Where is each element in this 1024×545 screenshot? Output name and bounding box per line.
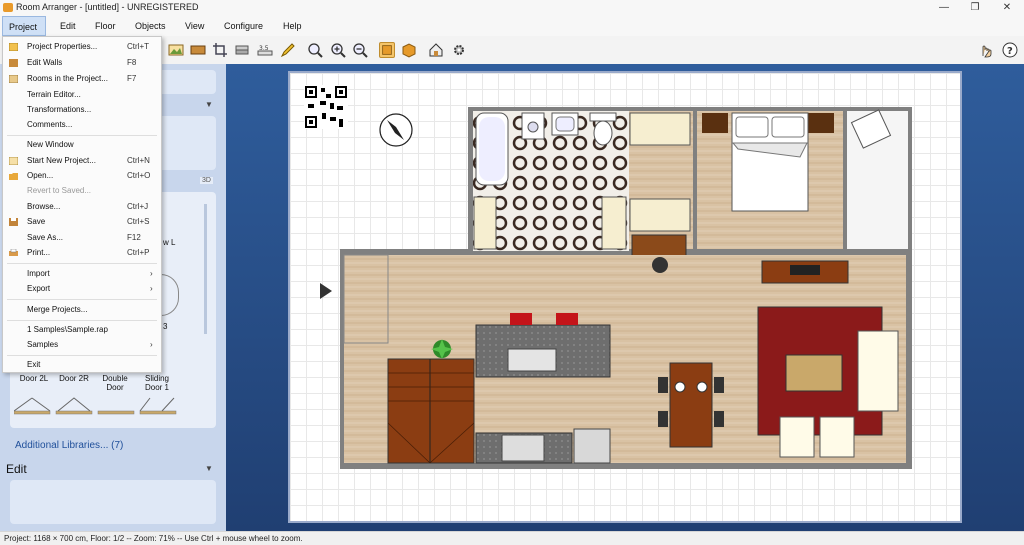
help-icon[interactable]: ? — [1002, 42, 1018, 58]
menu-edit[interactable]: Edit — [54, 16, 82, 36]
menu-item-export[interactable]: Export › — [3, 282, 161, 296]
library-item-door-2r[interactable]: Door 2R — [54, 374, 94, 383]
library-partial-label: w L — [163, 238, 176, 247]
menu-item-start-new-project[interactable]: Start New Project... Ctrl+N — [3, 154, 161, 168]
image-icon[interactable] — [168, 42, 184, 58]
menu-item-save[interactable]: Save Ctrl+S — [3, 215, 161, 229]
edit-collapse-arrow-icon[interactable]: ▼ — [205, 464, 213, 473]
library-item-sliding-door-1[interactable]: Sliding Door 1 — [138, 374, 176, 392]
crop-icon[interactable] — [212, 42, 228, 58]
settings-gear-icon[interactable] — [451, 42, 467, 58]
submenu-arrow-icon: › — [150, 284, 153, 293]
box-icon[interactable] — [401, 42, 417, 58]
edit-section-title: Edit — [6, 462, 27, 476]
floor-plan-sheet[interactable] — [288, 71, 962, 523]
menu-item-terrain-editor[interactable]: Terrain Editor... — [3, 88, 161, 102]
rooms-icon — [9, 75, 18, 83]
zoom-out-icon[interactable] — [352, 42, 368, 58]
2d-view-icon[interactable] — [379, 42, 395, 58]
menu-item-print[interactable]: Print... Ctrl+P — [3, 246, 161, 260]
sofa — [857, 330, 899, 412]
submenu-arrow-icon: › — [150, 269, 153, 278]
menu-item-transformations[interactable]: Transformations... — [3, 103, 161, 117]
floor-plan[interactable] — [290, 73, 960, 521]
svg-text:?: ? — [1007, 46, 1013, 57]
texture-icon[interactable] — [190, 42, 206, 58]
edit-card — [10, 480, 216, 524]
library-item-double-door[interactable]: Double Door — [96, 374, 134, 392]
save-icon — [9, 218, 18, 226]
new-project-icon — [9, 157, 18, 165]
menu-item-import[interactable]: Import › — [3, 267, 161, 281]
menu-item-exit[interactable]: Exit — [3, 358, 161, 372]
menu-floor[interactable]: Floor — [89, 16, 122, 36]
menu-objects[interactable]: Objects — [129, 16, 172, 36]
menu-item-project-properties[interactable]: Project Properties... Ctrl+T — [3, 40, 161, 54]
pencil-icon[interactable] — [280, 42, 296, 58]
minimize-button[interactable]: — — [930, 1, 958, 15]
menu-item-merge-projects[interactable]: Merge Projects... — [3, 303, 161, 317]
hand-pointer-icon[interactable] — [978, 42, 994, 58]
house-3d-icon[interactable] — [428, 42, 444, 58]
svg-text:3.5: 3.5 — [259, 45, 269, 52]
sofa-icon[interactable] — [234, 42, 250, 58]
door-icons-row — [14, 397, 177, 415]
title-bar: Room Arranger - [untitled] - UNREGISTERE… — [0, 0, 1024, 16]
zoom-fit-icon[interactable] — [307, 42, 323, 58]
menu-item-samples[interactable]: Samples › — [3, 338, 161, 352]
menu-separator — [7, 355, 157, 356]
staircase — [387, 358, 475, 464]
menu-item-comments[interactable]: Comments... — [3, 118, 161, 132]
project-properties-icon — [9, 43, 18, 51]
menu-bar: Project Edit Floor Objects View Configur… — [0, 16, 1024, 36]
menu-item-new-window[interactable]: New Window — [3, 138, 161, 152]
menu-item-browse[interactable]: Browse... Ctrl+J — [3, 200, 161, 214]
app-icon — [3, 3, 13, 12]
menu-item-rooms[interactable]: Rooms in the Project... F7 — [3, 72, 161, 86]
additional-libraries-link[interactable]: Additional Libraries... (7) — [15, 440, 123, 451]
menu-item-recent-sample[interactable]: 1 Samples\Sample.rap — [3, 323, 161, 337]
menu-help[interactable]: Help — [277, 16, 308, 36]
status-bar: Project: 1168 × 700 cm, Floor: 1/2 -- Zo… — [0, 531, 1024, 545]
measure-icon[interactable]: 3.5 — [257, 42, 273, 58]
3d-view-toggle[interactable]: 3D — [200, 177, 213, 184]
menu-project[interactable]: Project — [2, 16, 46, 36]
close-button[interactable]: ✕ — [993, 1, 1021, 15]
submenu-arrow-icon: › — [150, 340, 153, 349]
menu-separator — [7, 299, 157, 300]
menu-item-revert-to-saved: Revert to Saved... — [27, 186, 92, 195]
entrance-arrow-icon — [320, 283, 332, 299]
menu-separator — [7, 263, 157, 264]
library-item-door-2l[interactable]: Door 2L — [14, 374, 54, 383]
compass-icon — [379, 113, 413, 147]
menu-item-save-as[interactable]: Save As... F12 — [3, 231, 161, 245]
menu-item-open[interactable]: Open... Ctrl+O — [3, 169, 161, 183]
library-partial-label-2: 3 — [163, 322, 168, 331]
menu-view[interactable]: View — [179, 16, 210, 36]
window-title: Room Arranger - [untitled] - UNREGISTERE… — [16, 2, 199, 12]
menu-separator — [7, 135, 157, 136]
open-folder-icon — [9, 173, 18, 180]
zoom-in-icon[interactable] — [330, 42, 346, 58]
library-scrollbar[interactable] — [204, 204, 207, 334]
qr-code-icon — [304, 85, 348, 129]
maximize-button[interactable]: ❐ — [961, 1, 989, 15]
walls-icon — [9, 59, 18, 67]
print-icon — [9, 249, 18, 256]
collapse-arrow-icon[interactable]: ▼ — [205, 100, 213, 109]
project-menu-dropdown: Project Properties... Ctrl+T Edit Walls F8… — [2, 36, 162, 373]
menu-separator — [7, 320, 157, 321]
menu-configure[interactable]: Configure — [218, 16, 269, 36]
menu-item-edit-walls[interactable]: Edit Walls F8 — [3, 56, 161, 70]
